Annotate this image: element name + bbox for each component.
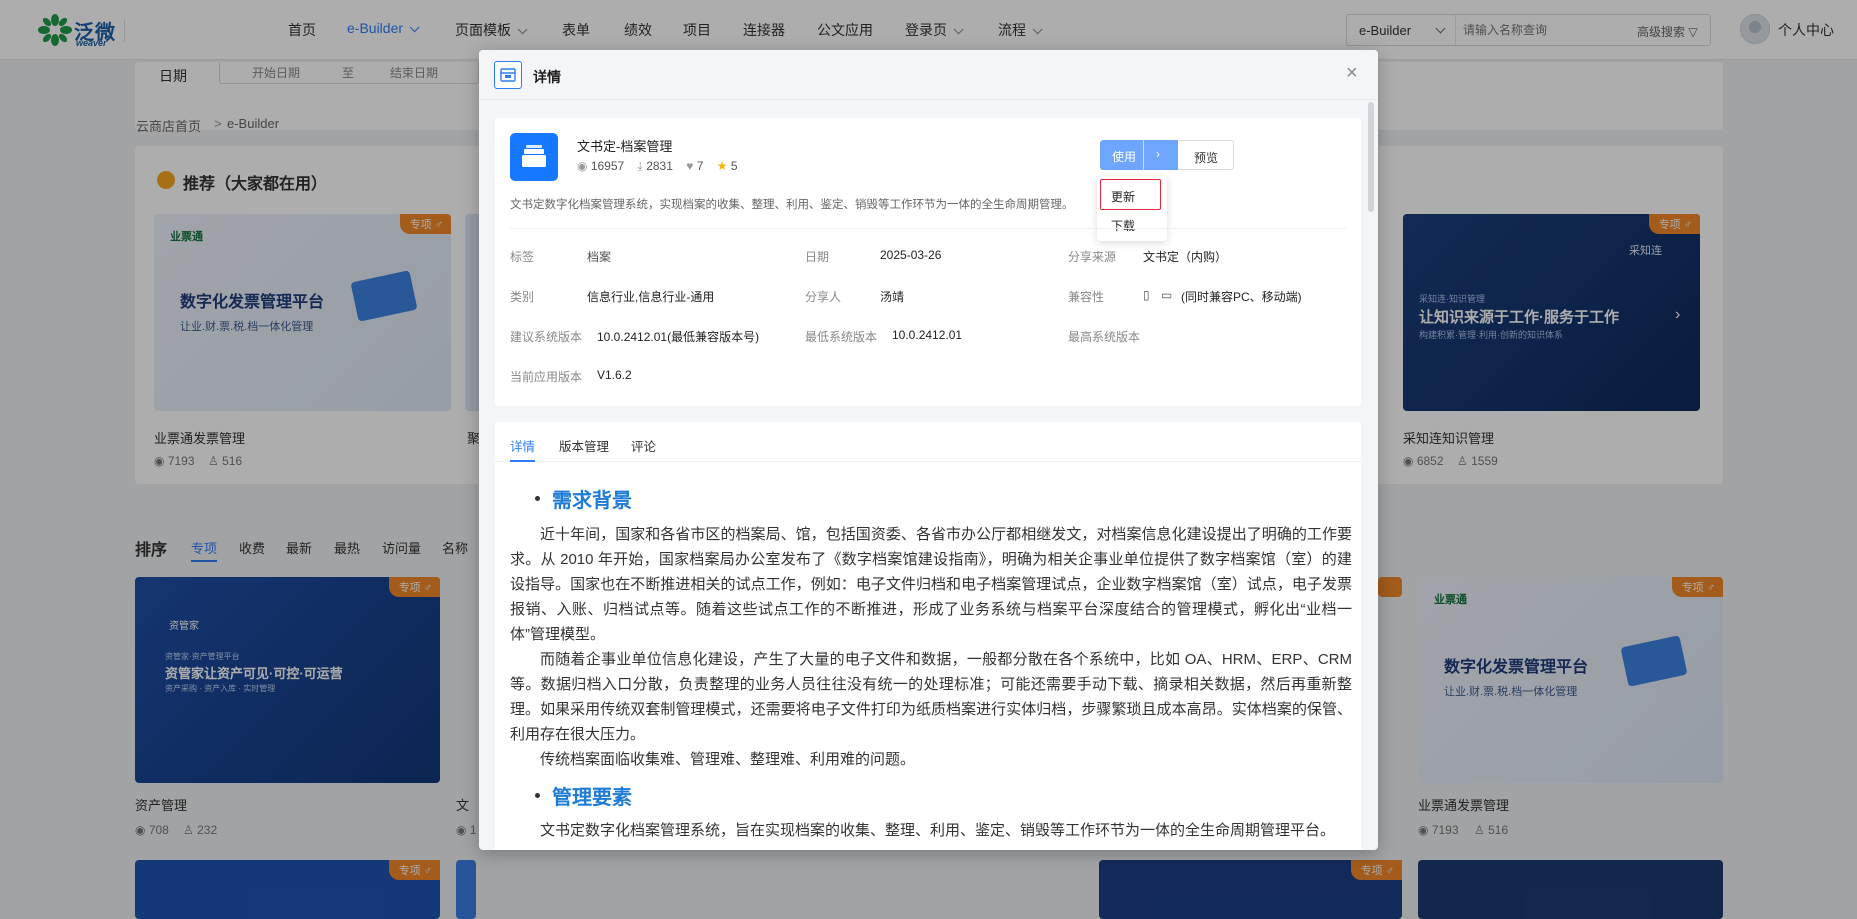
section-title-background: 需求背景	[552, 490, 632, 512]
detail-content: 详情 版本管理 评论 需求背景 近十年间，国家和各省市区的档案局、馆，包括国资委…	[495, 422, 1361, 850]
menu-item-update[interactable]: 更新	[1111, 188, 1135, 205]
view-count: ◉ 16957	[577, 159, 625, 173]
tag-value: 档案	[587, 250, 612, 264]
app-name: 文书定-档案管理	[577, 139, 673, 154]
date-value: 2025-03-26	[880, 248, 942, 262]
store-icon	[494, 61, 522, 89]
category-value: 信息行业,信息行业-通用	[587, 290, 715, 304]
heart-icon: ♥	[686, 159, 694, 173]
download-icon: ⤓	[637, 159, 643, 173]
preview-button[interactable]: 预览	[1178, 140, 1234, 170]
eye-icon: ◉	[577, 159, 588, 173]
app-info-card: 文书定-档案管理 ◉ 16957 ⤓ 2831 ♥ 7 ★ 5 使用 › 预览 …	[495, 118, 1361, 406]
suggest-version-value: 10.0.2412.01(最低兼容版本号)	[597, 330, 760, 344]
section-body-management: 文书定数字化档案管理系统，旨在实现档案的收集、整理、利用、鉴定、销毁等工作环节为…	[540, 822, 1336, 839]
app-stats: ◉ 16957 ⤓ 2831 ♥ 7 ★ 5	[577, 159, 748, 174]
use-button[interactable]: 使用 ›	[1100, 140, 1178, 170]
detail-tabs: 详情 版本管理 评论	[495, 422, 1361, 462]
use-dropdown-menu: 更新 下载	[1097, 176, 1167, 241]
detail-modal: 详情 × 文书定-档案管理 ◉ 16957 ⤓ 2831 ♥ 7 ★ 5 使用 …	[479, 50, 1378, 850]
tab-detail[interactable]: 详情	[510, 436, 535, 455]
chevron-right-icon[interactable]: ›	[1156, 147, 1160, 161]
close-icon[interactable]: ×	[1346, 63, 1358, 83]
tab-version-management[interactable]: 版本管理	[559, 436, 609, 455]
modal-title: 详情	[533, 69, 561, 85]
min-version-value: 10.0.2412.01	[892, 328, 963, 342]
menu-item-download[interactable]: 下载	[1111, 217, 1135, 234]
section-title-management: 管理要素	[552, 787, 632, 809]
section-body-background: 近十年间，国家和各省市区的档案局、馆，包括国资委、各省市办公厅都相继发文，对档案…	[510, 526, 1352, 768]
desktop-icon: ▭	[1161, 288, 1173, 302]
app-description: 文书定数字化档案管理系统，实现档案的收集、整理、利用、鉴定、销毁等工作环节为一体…	[510, 199, 1074, 211]
download-count: ⤓ 2831	[637, 159, 673, 173]
source-value: 文书定（内购）	[1143, 250, 1228, 264]
modal-scrollbar[interactable]	[1368, 102, 1374, 212]
star-count: ★ 5	[716, 159, 738, 173]
mobile-icon: ▯	[1143, 288, 1150, 302]
modal-header: 详情 ×	[479, 50, 1378, 100]
compat-value: (同时兼容PC、移动端)	[1181, 290, 1302, 304]
archive-app-icon	[510, 133, 558, 181]
sharer-value: 汤靖	[880, 290, 905, 304]
like-count: ♥ 7	[686, 159, 704, 173]
star-icon: ★	[716, 159, 728, 173]
tab-comments[interactable]: 评论	[631, 436, 656, 455]
current-version-value: V1.6.2	[597, 368, 632, 382]
